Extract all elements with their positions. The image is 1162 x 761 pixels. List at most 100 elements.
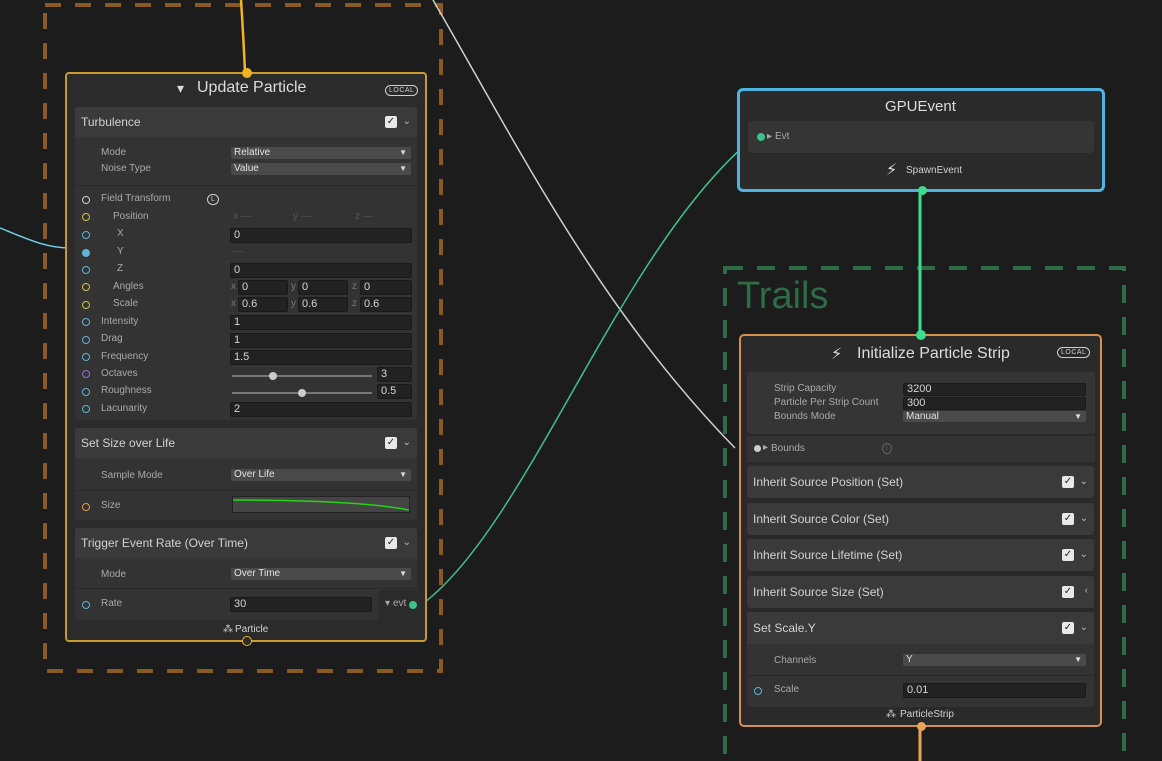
per-strip-field[interactable]: 300 xyxy=(903,397,1086,410)
inherit-color-block[interactable]: Inherit Source Color (Set) ✓ ⌄ xyxy=(747,503,1094,535)
bounds-mode-dropdown[interactable]: Manual ▼ xyxy=(903,411,1086,422)
scale-x-field[interactable]: 0.6 xyxy=(238,297,288,312)
angles-port[interactable] xyxy=(82,283,90,291)
chevron-left-icon[interactable]: ‹ xyxy=(1085,585,1088,596)
chevron-down-icon[interactable]: ⌄ xyxy=(1080,476,1088,487)
octaves-field[interactable]: 3 xyxy=(377,367,412,382)
local-space-badge[interactable]: L xyxy=(207,194,220,205)
turbulence-header[interactable]: Turbulence xyxy=(75,107,417,137)
inherit-position-checkbox[interactable]: ✓ xyxy=(1062,476,1074,488)
inherit-position-header[interactable]: Inherit Source Position (Set) xyxy=(747,466,1094,498)
inherit-size-checkbox[interactable]: ✓ xyxy=(1062,586,1074,598)
inherit-size-header[interactable]: Inherit Source Size (Set) xyxy=(747,576,1094,608)
octaves-slider-track[interactable] xyxy=(232,372,372,380)
frequency-port[interactable] xyxy=(82,353,90,361)
inherit-color-checkbox[interactable]: ✓ xyxy=(1062,513,1074,525)
set-scale-y-checkbox[interactable]: ✓ xyxy=(1062,622,1074,634)
octaves-slider-knob[interactable] xyxy=(268,372,277,380)
graph-canvas[interactable]: ▾ Update Particle LOCAL Turbulence ✓ ⌄ M… xyxy=(0,0,1162,761)
bounds-mode-label: Bounds Mode xyxy=(774,411,836,422)
z-port[interactable] xyxy=(82,266,90,274)
scale-y-port[interactable] xyxy=(754,687,762,695)
position-port[interactable] xyxy=(82,213,90,221)
strip-flow-out-port[interactable] xyxy=(917,722,926,731)
scale-port[interactable] xyxy=(82,301,90,309)
bounds-port[interactable] xyxy=(754,445,761,452)
sample-mode-dropdown[interactable]: Over Life ▼ xyxy=(231,469,411,481)
chevron-down-icon[interactable]: ⌄ xyxy=(1080,622,1088,633)
local-badge[interactable]: LOCAL xyxy=(1057,347,1091,358)
update-flow-in-port[interactable] xyxy=(242,68,252,78)
size-port[interactable] xyxy=(82,503,90,511)
chevron-down-icon[interactable]: ⌄ xyxy=(403,116,411,127)
chevron-down-icon[interactable]: ⌄ xyxy=(1080,513,1088,524)
turbulence-enabled-checkbox[interactable]: ✓ xyxy=(385,116,397,128)
scale-y-field[interactable]: 0.01 xyxy=(903,683,1086,698)
roughness-field[interactable]: 0.5 xyxy=(377,384,412,399)
dropdown-arrow-icon: ▼ xyxy=(1074,412,1082,421)
lacunarity-field[interactable]: 2 xyxy=(230,402,412,417)
update-particle-context[interactable]: ▾ Update Particle LOCAL Turbulence ✓ ⌄ M… xyxy=(65,68,427,646)
drag-field[interactable]: 1 xyxy=(230,333,412,348)
x-port[interactable] xyxy=(82,231,90,239)
local-badge[interactable]: LOCAL xyxy=(385,85,419,96)
angles-z-field[interactable]: 0 xyxy=(360,280,412,295)
octaves-port[interactable] xyxy=(82,370,90,378)
angles-y-field[interactable]: 0 xyxy=(298,280,348,295)
strip-flow-in-port[interactable] xyxy=(916,330,926,340)
rate-field[interactable]: 30 xyxy=(230,597,372,612)
evt-output-port[interactable] xyxy=(409,601,417,609)
inherit-position-block[interactable]: Inherit Source Position (Set) ✓ ⌄ xyxy=(747,466,1094,498)
trigger-event-block[interactable]: Trigger Event Rate (Over Time) ✓ ⌄ Mode … xyxy=(75,528,421,620)
chevron-down-icon[interactable]: ⌄ xyxy=(403,537,411,548)
z-field[interactable]: 0 xyxy=(230,263,412,278)
roughness-slider-knob[interactable] xyxy=(298,389,306,397)
position-y-dim: y xyxy=(293,211,298,222)
chevron-down-icon[interactable]: ⌄ xyxy=(403,437,411,448)
chevron-down-icon[interactable]: ⌄ xyxy=(1080,549,1088,560)
set-scale-y-block[interactable]: Set Scale.Y ✓ ⌄ Channels Y ▼ Scale 0.01 xyxy=(747,612,1094,707)
angles-x-field[interactable]: 0 xyxy=(238,280,288,295)
strip-capacity-field[interactable]: 3200 xyxy=(903,383,1086,396)
inherit-color-header[interactable]: Inherit Source Color (Set) xyxy=(747,503,1094,535)
rate-label: Rate xyxy=(101,598,123,609)
turbulence-block[interactable]: Turbulence ✓ ⌄ Mode Relative ▼ Noise Type… xyxy=(75,107,417,420)
inherit-lifetime-header[interactable]: Inherit Source Lifetime (Set) xyxy=(747,539,1094,571)
trails-system-title[interactable]: Trails xyxy=(737,275,828,318)
roughness-port[interactable] xyxy=(82,388,90,396)
y-value: — xyxy=(233,246,243,257)
roughness-slider-track[interactable] xyxy=(232,389,372,397)
trigger-mode-dropdown[interactable]: Over Time ▼ xyxy=(231,568,411,580)
set-scale-y-header[interactable]: Set Scale.Y xyxy=(747,612,1094,644)
lacunarity-port[interactable] xyxy=(82,405,90,413)
size-over-life-checkbox[interactable]: ✓ xyxy=(385,437,397,449)
x-field[interactable]: 0 xyxy=(230,228,412,243)
rate-port[interactable] xyxy=(82,601,90,609)
intensity-field[interactable]: 1 xyxy=(230,315,412,330)
inherit-lifetime-checkbox[interactable]: ✓ xyxy=(1062,549,1074,561)
evt-input-port[interactable] xyxy=(757,133,765,141)
init-particle-strip-context[interactable]: ⚡ Initialize Particle Strip LOCAL Strip … xyxy=(739,330,1102,731)
frequency-field[interactable]: 1.5 xyxy=(230,350,412,365)
field-transform-port[interactable] xyxy=(82,196,90,204)
size-over-life-block[interactable]: Set Size over Life ✓ ⌄ Sample Mode Over … xyxy=(75,428,417,520)
noise-type-dropdown[interactable]: Value ▼ xyxy=(231,163,411,175)
inherit-lifetime-block[interactable]: Inherit Source Lifetime (Set) ✓ ⌄ xyxy=(747,539,1094,571)
scale-y-dim: y xyxy=(291,298,296,309)
size-over-life-header[interactable]: Set Size over Life xyxy=(75,428,417,458)
intensity-port[interactable] xyxy=(82,318,90,326)
y-port[interactable] xyxy=(82,249,90,257)
drag-port[interactable] xyxy=(82,336,90,344)
mode-dropdown[interactable]: Relative ▼ xyxy=(231,147,411,159)
scale-z-field[interactable]: 0.6 xyxy=(360,297,412,312)
inherit-size-title: Inherit Source Size (Set) xyxy=(753,585,884,599)
update-flow-out-port[interactable] xyxy=(242,636,252,646)
scale-y-field[interactable]: 0.6 xyxy=(298,297,348,312)
gpuevent-node[interactable]: GPUEvent ▸ Evt ⚡ SpawnEvent xyxy=(737,88,1105,195)
trigger-event-checkbox[interactable]: ✓ xyxy=(385,537,397,549)
trigger-event-header[interactable]: Trigger Event Rate (Over Time) xyxy=(75,528,417,558)
inherit-size-block[interactable]: Inherit Source Size (Set) ✓ ‹ xyxy=(747,576,1094,608)
size-curve-field[interactable] xyxy=(232,496,410,513)
channels-dropdown[interactable]: Y ▼ xyxy=(903,654,1086,666)
spawnevent-output-port[interactable] xyxy=(918,186,927,195)
